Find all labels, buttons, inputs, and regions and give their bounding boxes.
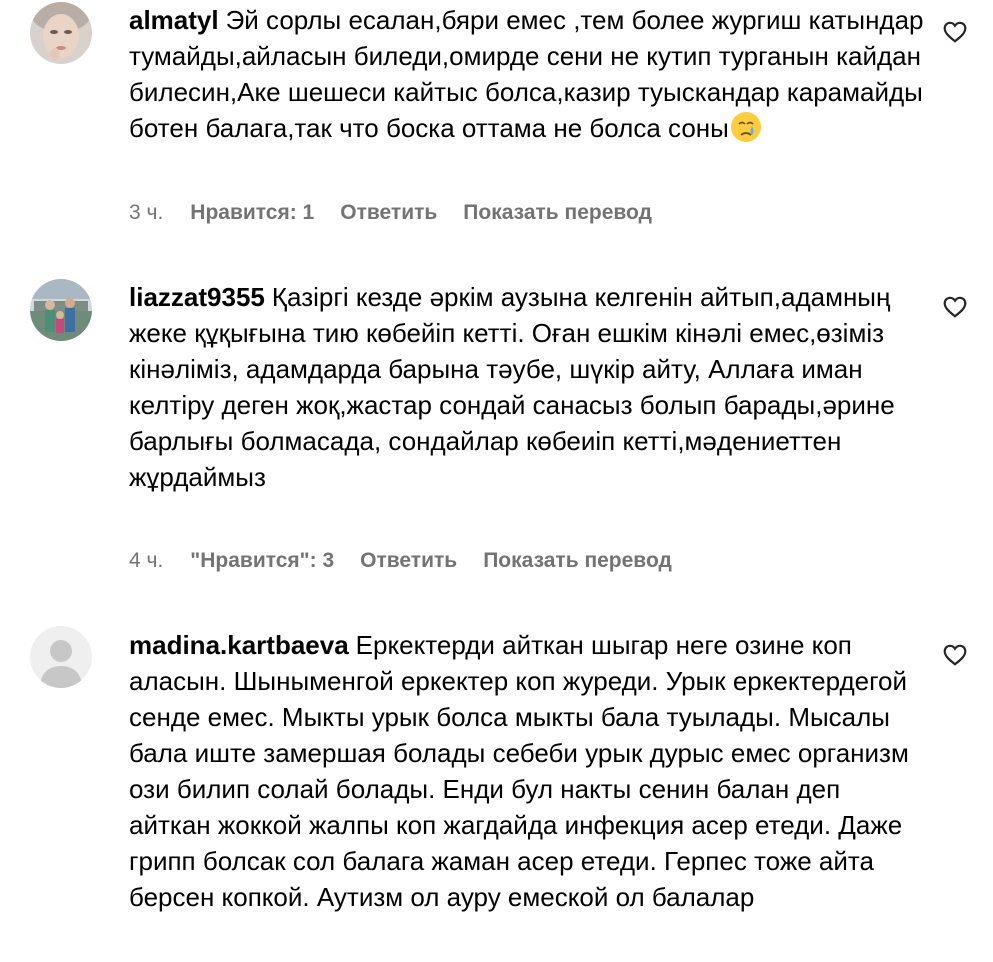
avatar-photo xyxy=(30,279,92,341)
avatar[interactable] xyxy=(30,626,92,688)
reply-button[interactable]: Ответить xyxy=(340,201,437,225)
show-translation-button[interactable]: Показать перевод xyxy=(483,549,672,573)
avatar[interactable] xyxy=(30,2,92,64)
comment-text: almatyl Эй сорлы есалан,бяри емес ,тем бо… xyxy=(129,2,929,146)
comment-body: Еркектерди айткан шыгар неге озине коп а… xyxy=(129,630,909,912)
comment-meta: 4 ч. "Нравится": 3 Ответить Показать пер… xyxy=(129,546,672,576)
avatar-photo xyxy=(30,2,92,64)
comment-text: madina.kartbaeva Еркектерди айткан шыгар … xyxy=(129,627,929,915)
comment-body: Эй сорлы есалан,бяри емес ,тем более жур… xyxy=(129,5,924,143)
comments-list: almatyl Эй сорлы есалан,бяри емес ,тем бо… xyxy=(0,0,993,962)
crying-face-icon xyxy=(730,112,761,142)
like-heart-icon[interactable] xyxy=(942,19,968,45)
avatar[interactable] xyxy=(30,279,92,341)
comment-body: Қазіргі кезде әркім аузына келгенін айты… xyxy=(129,282,895,492)
comment-username[interactable]: madina.kartbaeva xyxy=(129,630,349,660)
show-translation-button[interactable]: Показать перевод xyxy=(463,201,652,225)
comment-time[interactable]: 4 ч. xyxy=(129,549,163,573)
likes-count-button[interactable]: Нравится: 1 xyxy=(190,201,314,225)
reply-button[interactable]: Ответить xyxy=(360,549,457,573)
comment-username[interactable]: almatyl xyxy=(129,5,219,35)
default-avatar-icon xyxy=(30,626,92,688)
comment-text: liazzat9355 Қазіргі кезде әркім аузына ке… xyxy=(129,279,929,495)
comment-username[interactable]: liazzat9355 xyxy=(129,282,265,312)
comment-meta: 3 ч. Нравится: 1 Ответить Показать перев… xyxy=(129,198,652,228)
like-heart-icon[interactable] xyxy=(942,642,968,668)
likes-count-button[interactable]: "Нравится": 3 xyxy=(190,549,334,573)
like-heart-icon[interactable] xyxy=(942,294,968,320)
comment-time[interactable]: 3 ч. xyxy=(129,201,163,225)
